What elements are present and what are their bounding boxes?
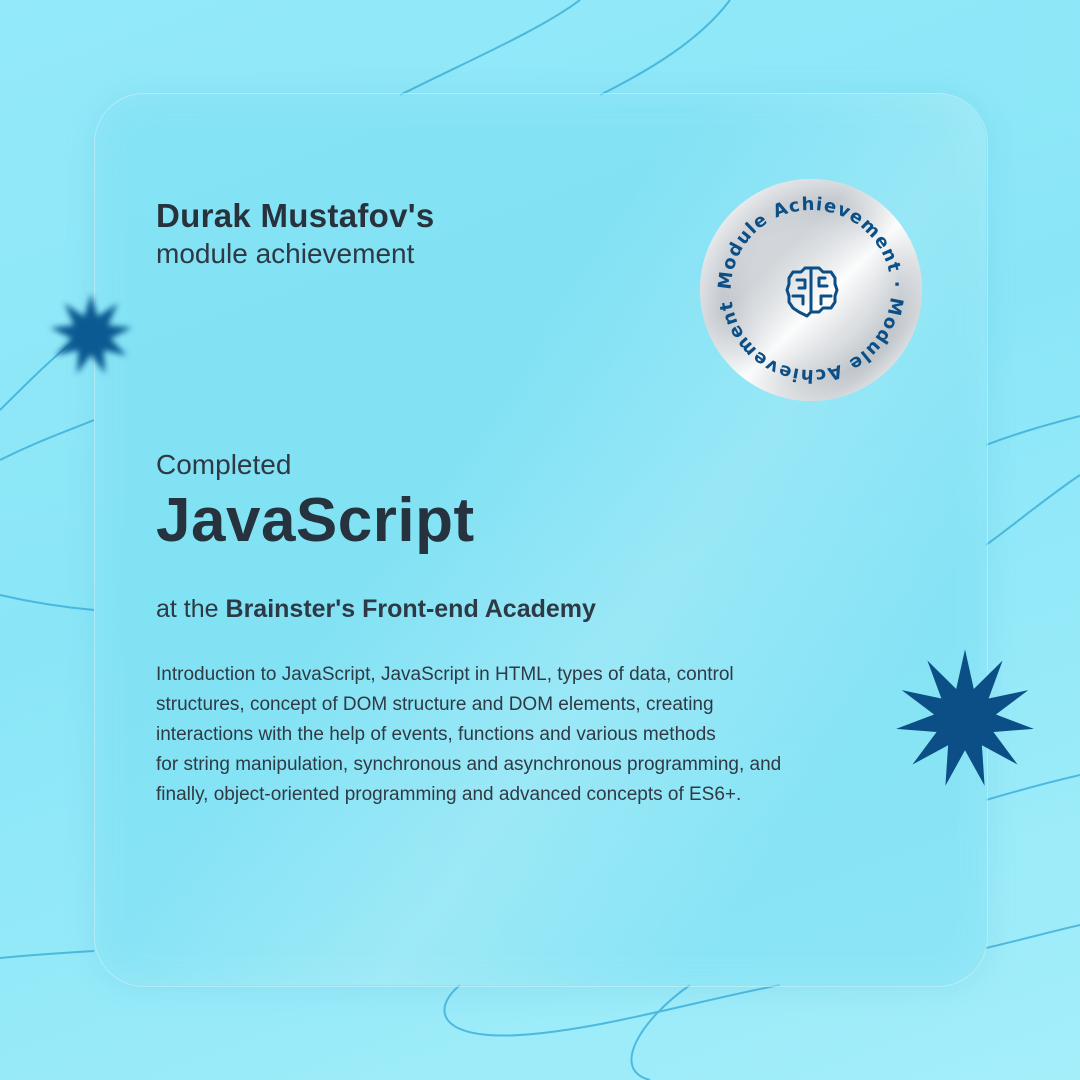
description-line: structures, concept of DOM structure and…: [156, 694, 714, 715]
description-line: finally, object-oriented programming and…: [156, 784, 742, 805]
recipient-name: Durak Mustafov's: [156, 197, 435, 234]
description-line: for string manipulation, synchronous and…: [156, 754, 782, 775]
recipient-subtitle: module achievement: [156, 238, 415, 269]
academy-prefix: at the: [156, 595, 219, 623]
course-title: JavaScript: [156, 486, 475, 555]
star-icon: [896, 649, 1034, 786]
description-line: Introduction to JavaScript, JavaScript i…: [156, 664, 734, 685]
academy-line: at the Brainster's Front-end Academy: [156, 595, 596, 624]
completed-label: Completed: [156, 449, 292, 480]
module-achievement-badge: Module Achievement · Module Achievement …: [699, 178, 922, 401]
star-icon: [50, 293, 132, 374]
academy-name: Brainster's Front-end Academy: [225, 595, 596, 623]
description-line: interactions with the help of events, fu…: [156, 724, 716, 745]
course-description: Introduction to JavaScript, JavaScript i…: [156, 660, 836, 810]
